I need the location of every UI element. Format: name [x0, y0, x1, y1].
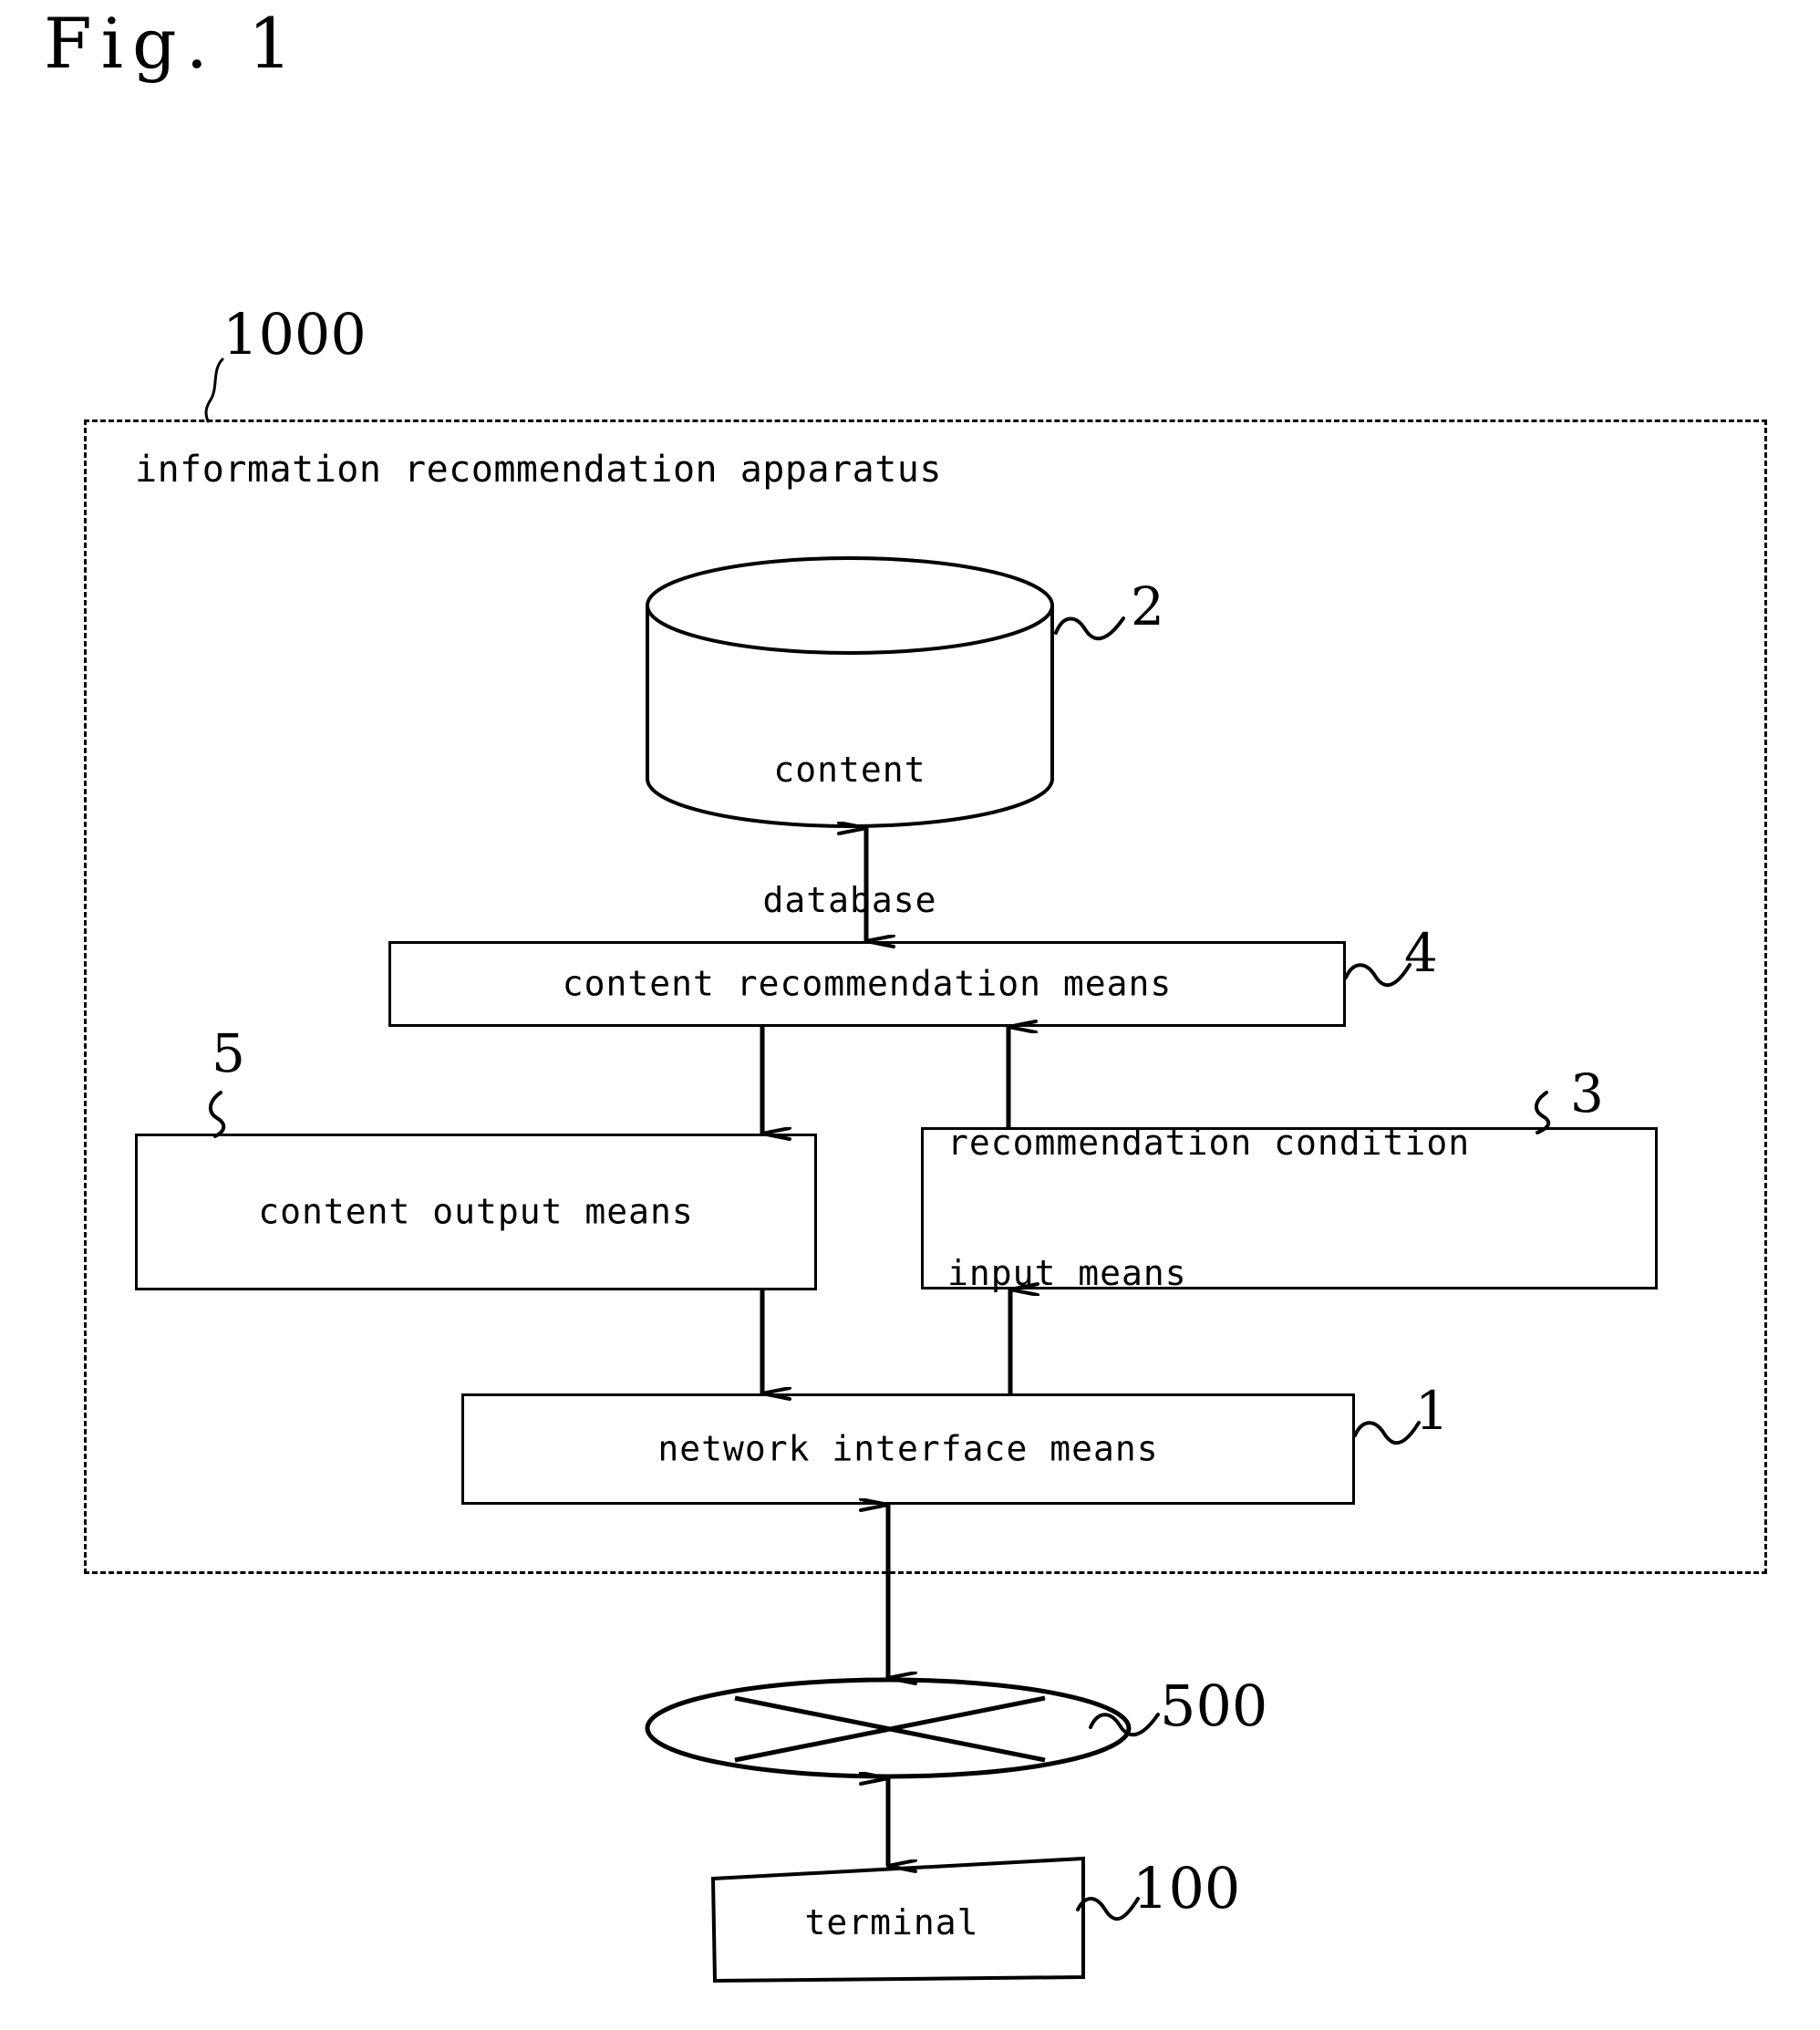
content-database-label-line2: database [762, 879, 937, 920]
content-output-means-label: content output means [258, 1191, 694, 1232]
patent-figure-page: Fig. 1 1000 information recommendation a… [0, 0, 1820, 2030]
network-cloud-ellipse[interactable] [644, 1676, 1132, 1780]
network-interface-means-label: network interface means [657, 1428, 1159, 1469]
network-interface-means-box[interactable]: network interface means [461, 1393, 1355, 1505]
ref-label-1: 1 [1415, 1380, 1449, 1442]
ref-label-1000: 1000 [222, 301, 367, 368]
figure-title: Fig. 1 [44, 3, 302, 84]
recommendation-condition-input-means-box[interactable]: recommendation condition input means [921, 1123, 1658, 1293]
content-output-means-box[interactable]: content output means [135, 1134, 817, 1290]
recommendation-condition-input-means-label-line2: input means [947, 1252, 1187, 1293]
ref-label-4: 4 [1404, 922, 1438, 984]
ref-label-100: 100 [1132, 1855, 1241, 1921]
ref-label-5: 5 [212, 1022, 245, 1084]
content-database-label-line1: content [773, 750, 926, 790]
terminal-label: terminal [804, 1902, 979, 1942]
ref-label-3: 3 [1570, 1062, 1604, 1124]
content-recommendation-means-label: content recommendation means [562, 963, 1173, 1004]
content-recommendation-means-box[interactable]: content recommendation means [388, 941, 1346, 1027]
ref-label-500: 500 [1160, 1673, 1268, 1739]
recommendation-condition-input-means-label: recommendation condition input means [947, 1035, 1470, 1382]
ref-label-2: 2 [1131, 575, 1164, 637]
recommendation-condition-input-means-label-line1: recommendation condition [947, 1123, 1471, 1163]
apparatus-title: information recommendation apparatus [135, 449, 942, 491]
